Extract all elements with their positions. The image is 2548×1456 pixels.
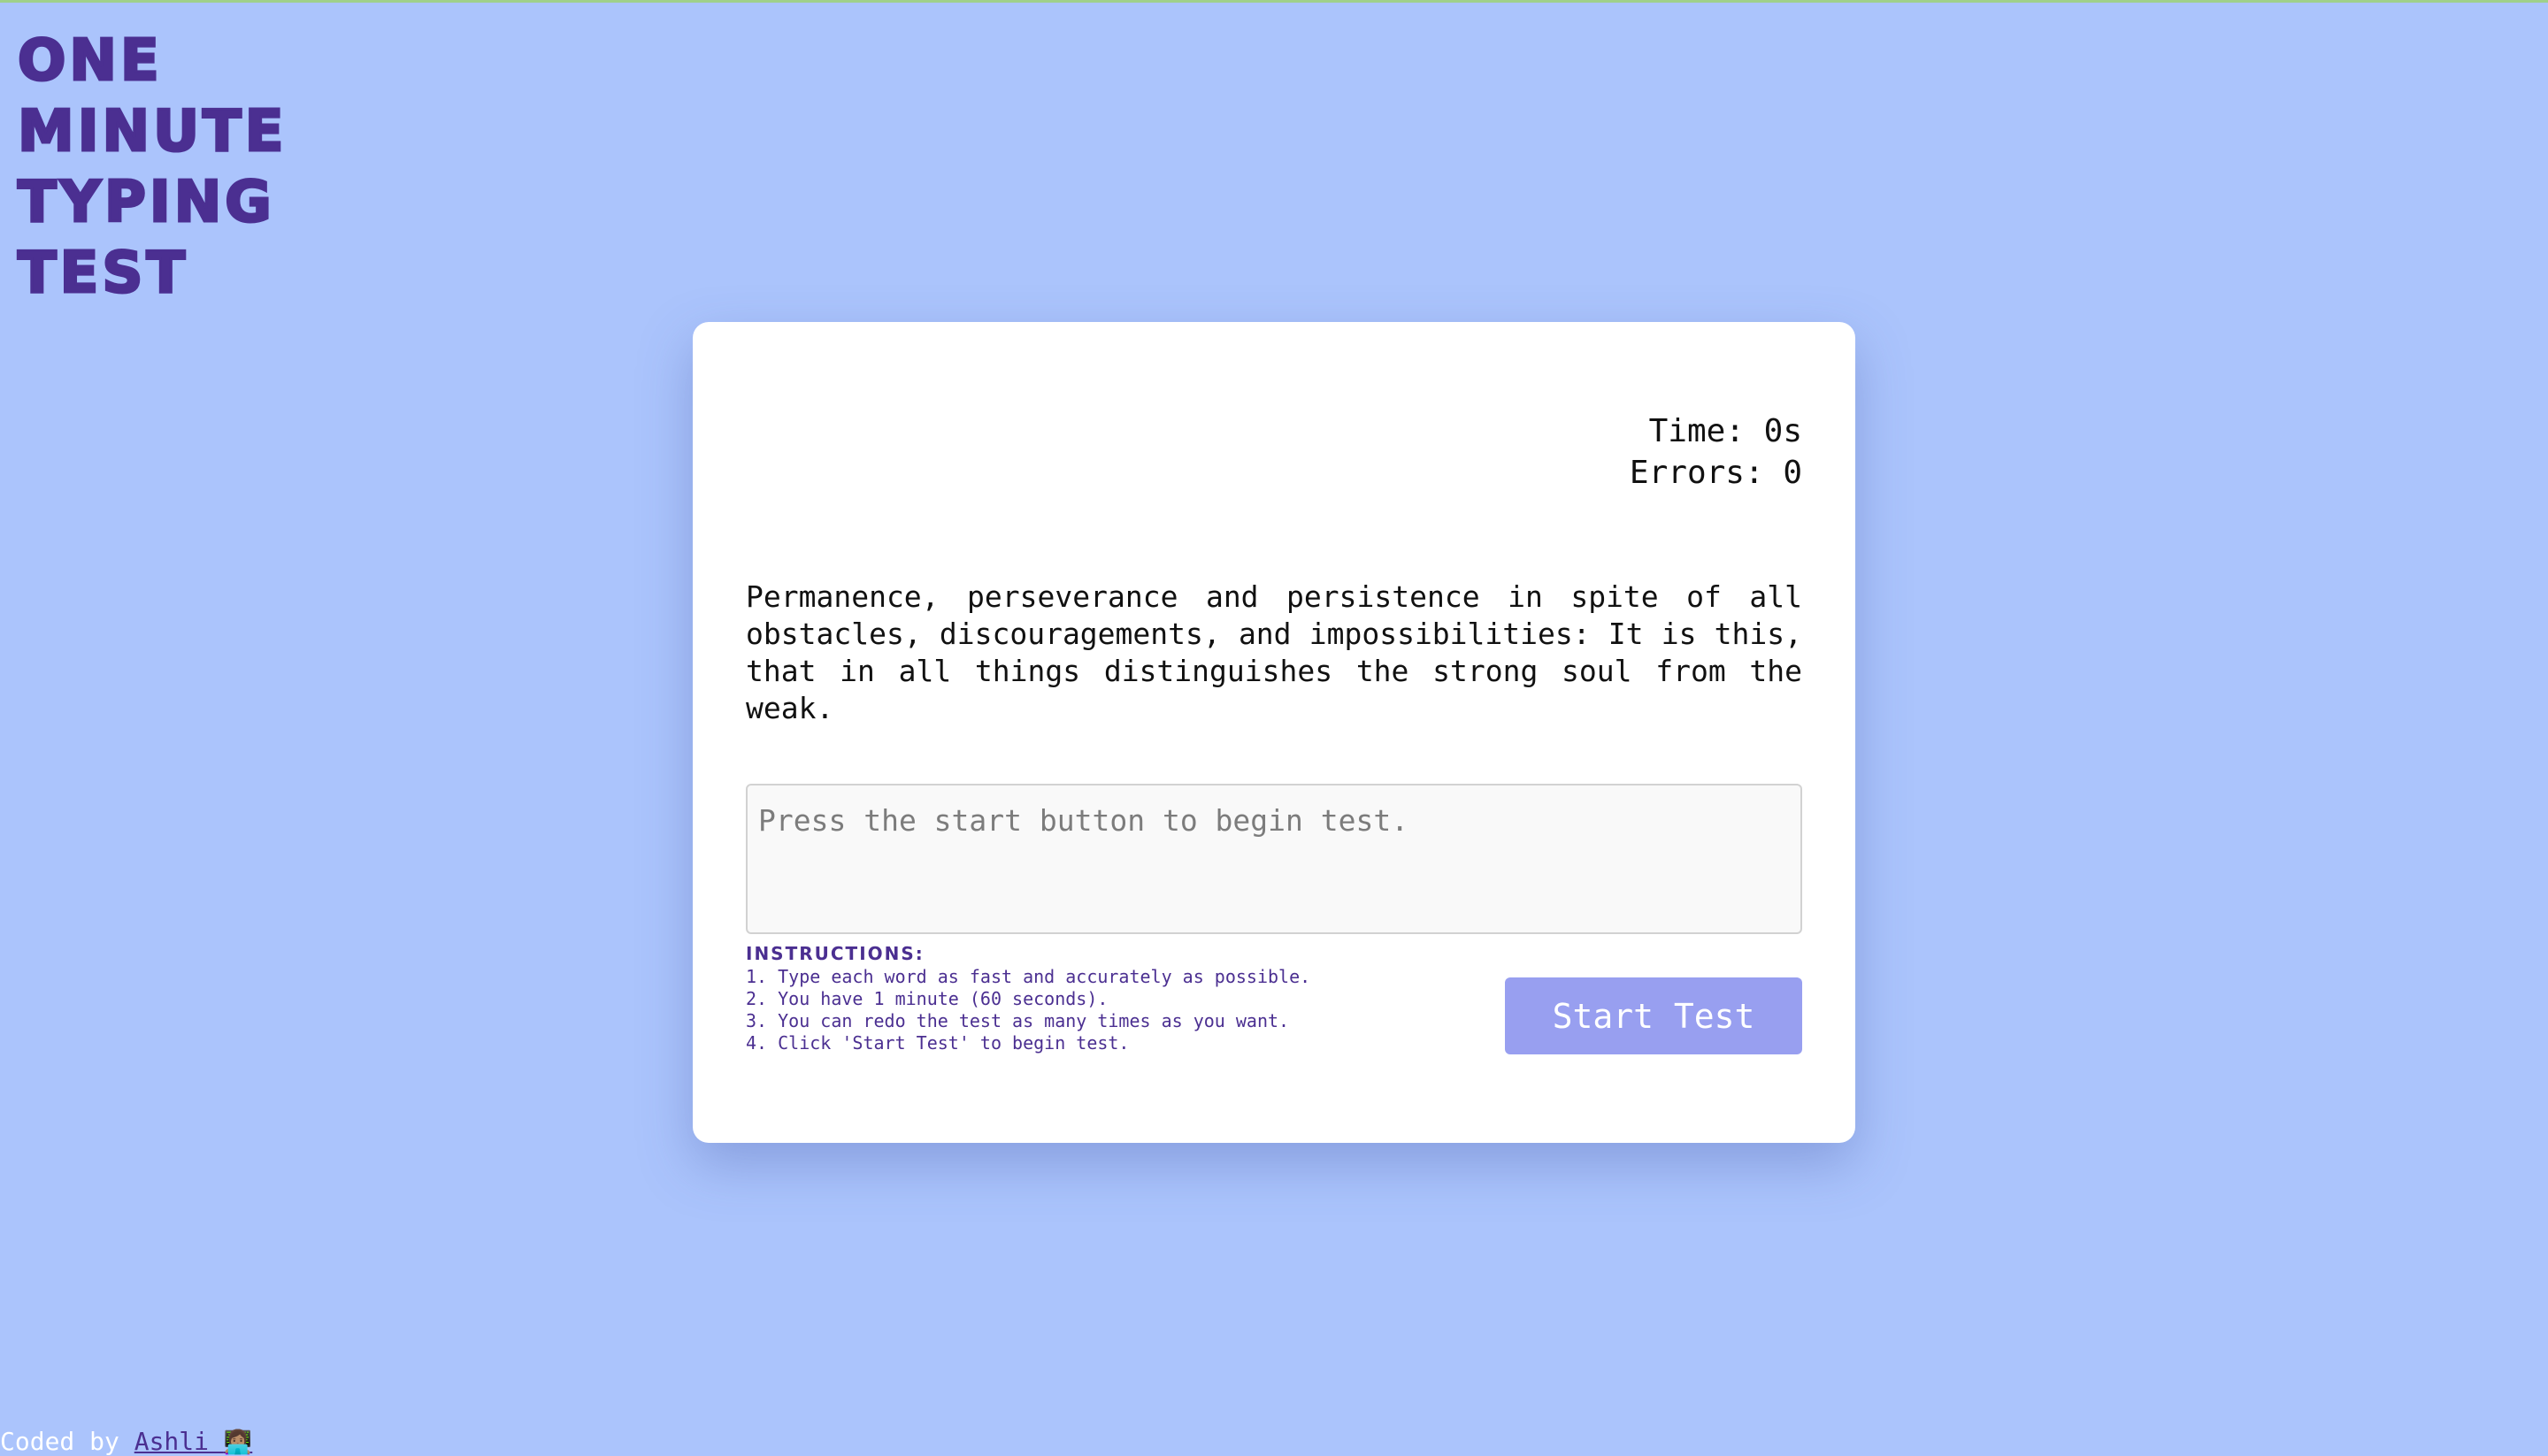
- quote-text: Permanence, perseverance and persistence…: [746, 579, 1802, 725]
- instructions-panel: INSTRUCTIONS: 1. Type each word as fast …: [746, 941, 1310, 1054]
- errors-readout: Errors: 0: [1629, 455, 1802, 491]
- instructions-title: INSTRUCTIONS:: [746, 943, 925, 964]
- typing-test-card: Time: 0s Errors: 0 Permanence, persevera…: [693, 322, 1855, 1143]
- logo-line-minute: MINUTE: [17, 98, 288, 166]
- app-logo: ONE MINUTE TYPING TEST: [17, 26, 336, 309]
- time-readout: Time: 0s: [1648, 413, 1802, 449]
- footer-prefix: Coded by: [0, 1427, 134, 1456]
- author-link[interactable]: Ashli 👩🏽‍💻: [134, 1427, 253, 1456]
- footer-credit: Coded by Ashli 👩🏽‍💻: [0, 1426, 252, 1456]
- instruction-item: 4. Click 'Start Test' to begin test.: [746, 1032, 1130, 1054]
- start-test-button[interactable]: Start Test: [1505, 977, 1802, 1054]
- author-name: Ashli: [134, 1427, 210, 1456]
- logo-line-test: TEST: [17, 240, 189, 308]
- instructions-list: 1. Type each word as fast and accurately…: [746, 966, 1310, 1054]
- typing-input[interactable]: [746, 784, 1802, 934]
- technologist-emoji-icon: 👩🏽‍💻: [223, 1429, 253, 1456]
- instruction-item: 2. You have 1 minute (60 seconds).: [746, 988, 1109, 1009]
- stats-panel: Time: 0s Errors: 0: [1630, 410, 1802, 494]
- instruction-item: 3. You can redo the test as many times a…: [746, 1010, 1290, 1031]
- logo-line-one: ONE: [17, 27, 163, 96]
- instruction-item: 1. Type each word as fast and accurately…: [746, 966, 1311, 987]
- logo-line-typing: TYPING: [17, 169, 275, 237]
